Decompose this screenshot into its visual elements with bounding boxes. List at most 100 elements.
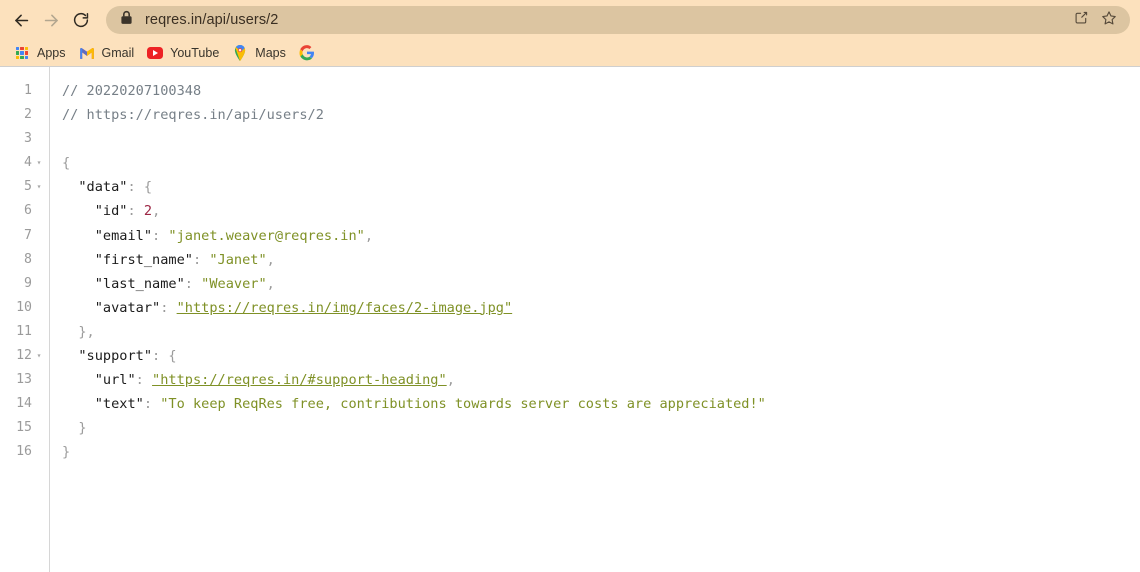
code-line: "id": 2, [62,199,1140,223]
bookmark-maps[interactable]: Maps [228,42,293,64]
json-key: "text" [94,396,144,413]
maps-pin-icon [232,45,248,61]
bookmark-gmail[interactable]: Gmail [75,42,142,64]
json-punctuation: , [152,203,161,220]
bookmark-google[interactable] [295,42,329,64]
json-punctuation: : [184,275,202,292]
json-string-value: "janet.weaver@reqres.in" [168,227,365,244]
code-line: "last_name": "Weaver", [62,272,1140,296]
json-punctuation: : [192,251,210,268]
google-g-icon [299,45,315,61]
gutter-row: 13 [0,368,49,392]
line-number: 13 [16,372,32,388]
code-line: "support": { [62,344,1140,368]
json-punctuation: : [127,203,144,220]
gutter-row: 8 [0,248,49,272]
json-punctuation: { [62,155,71,172]
code-line: { [62,151,1140,175]
code-line: } [62,416,1140,440]
share-button[interactable] [1068,7,1094,33]
code-line: // https://reqres.in/api/users/2 [62,103,1140,127]
gmail-icon [79,45,95,61]
json-string-value: "Weaver" [201,275,267,292]
json-punctuation: : [160,299,177,316]
line-number: 8 [24,251,32,267]
gutter-row: 10 [0,296,49,320]
line-number: 2 [24,107,32,123]
json-punctuation: , [446,372,455,389]
json-punctuation: } [62,444,71,461]
json-key: "url" [94,372,136,389]
json-key: "first_name" [94,251,193,268]
bookmarks-bar: Apps Gmail YouTube Maps [0,40,1140,67]
line-number: 11 [16,323,32,339]
code-line: "url": "https://reqres.in/#support-headi… [62,368,1140,392]
gutter-row: 5 ▾ [0,175,49,199]
line-number: 4 [24,155,32,171]
address-bar[interactable]: reqres.in/api/users/2 [106,6,1130,34]
bookmark-youtube[interactable]: YouTube [143,42,226,64]
json-url-link[interactable]: "https://reqres.in/#support-heading" [152,372,447,388]
json-punctuation: : { [152,348,177,365]
code-line: // 20220207100348 [62,79,1140,103]
json-punctuation: : [143,396,161,413]
line-number: 12 [16,348,32,364]
bookmark-label: Gmail [101,46,135,60]
bookmark-button[interactable] [1096,7,1122,33]
fold-toggle-icon[interactable]: ▾ [32,183,46,191]
json-key: "support" [78,348,153,365]
fold-toggle-icon[interactable]: ▾ [32,352,46,360]
line-number: 15 [16,420,32,436]
gutter-row: 14 [0,392,49,416]
json-string-value: "To keep ReqRes free, contributions towa… [160,396,766,413]
json-comment: // 20220207100348 [62,83,202,99]
back-button[interactable] [6,5,36,35]
code-line: "data": { [62,175,1140,199]
code-line: "text": "To keep ReqRes free, contributi… [62,392,1140,416]
forward-button[interactable] [36,5,66,35]
gutter-row: 16 [0,440,49,464]
code-line: "email": "janet.weaver@reqres.in", [62,224,1140,248]
fold-toggle-icon[interactable]: ▾ [32,159,46,167]
json-key: "data" [78,179,128,196]
code-line: "avatar": "https://reqres.in/img/faces/2… [62,296,1140,320]
bookmark-label: YouTube [170,46,220,60]
omnibox-actions [1068,7,1122,33]
json-url-link[interactable]: "https://reqres.in/img/faces/2-image.jpg… [177,300,513,316]
line-number: 7 [24,227,32,243]
browser-toolbar: reqres.in/api/users/2 [0,0,1140,40]
json-string-value: "Janet" [209,251,267,268]
share-icon [1074,10,1089,30]
arrow-right-icon [42,11,61,30]
bookmark-apps[interactable]: Apps [10,42,73,64]
line-number: 3 [24,131,32,147]
json-punctuation: , [364,227,374,244]
json-punctuation: }, [78,323,95,340]
json-punctuation: } [78,420,87,437]
gutter-row: 12 ▾ [0,344,49,368]
json-punctuation: : { [127,179,153,196]
json-punctuation: : [152,227,169,244]
apps-grid-icon [14,45,30,61]
reload-button[interactable] [66,5,96,35]
code-line: "first_name": "Janet", [62,248,1140,272]
gutter-row: 1 [0,79,49,103]
json-code-area[interactable]: // 20220207100348 // https://reqres.in/ap… [50,67,1140,572]
line-number: 10 [16,299,32,315]
address-bar-url[interactable]: reqres.in/api/users/2 [145,12,1068,28]
line-number: 6 [24,203,32,219]
json-number-value: 2 [143,203,153,220]
gutter-row: 15 [0,416,49,440]
bookmark-label: Maps [255,46,286,60]
line-number: 16 [16,444,32,460]
lock-icon [120,10,133,30]
star-icon [1101,10,1117,31]
line-number: 14 [16,396,32,412]
json-key: "last_name" [94,275,185,292]
